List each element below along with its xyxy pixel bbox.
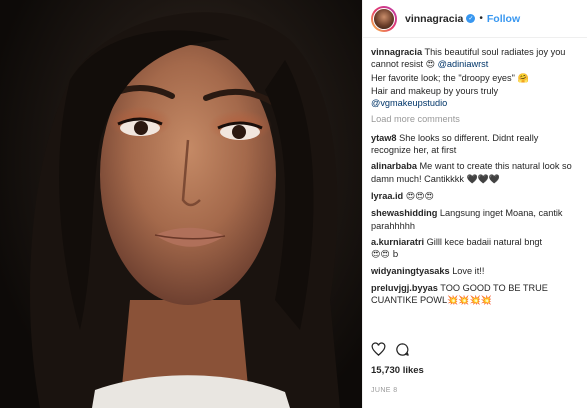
comment-username[interactable]: widyaningtyasaks (371, 266, 450, 276)
comment-item: shewashidding Langsung inget Moana, cant… (371, 207, 579, 232)
comment-item: widyaningtyasaks Love it!! (371, 265, 579, 277)
mention-link[interactable]: @adiniawrst (438, 59, 489, 69)
avatar[interactable] (371, 5, 397, 32)
caption-text-2: Her favorite look; the "droopy eyes" (371, 72, 518, 83)
comment-username[interactable]: shewashidding (371, 208, 437, 218)
action-bar (371, 342, 410, 360)
caption-text-3: Hair and makeup by yours truly (371, 85, 499, 96)
comment-username[interactable]: alinarbaba (371, 161, 417, 171)
comment-emoji: 😍😍 b (371, 250, 399, 261)
comment-username[interactable]: lyraa.id (371, 191, 403, 201)
post-header: vinnagracia ✓ • Follow (363, 0, 587, 38)
comment-item: alinarbaba Me want to create this natura… (371, 160, 579, 186)
comment-emoji: 🖤🖤🖤 (466, 174, 501, 185)
comment-username[interactable]: ytaw8 (371, 133, 397, 143)
comment-item: ytaw8 She looks so different. Didnt real… (371, 132, 579, 157)
comments-section: vinnagracia This beautiful soul radiates… (363, 38, 587, 307)
likes-count[interactable]: 15,730 likes (371, 365, 424, 376)
comment-username[interactable]: preluvjgj.byyas (371, 283, 438, 293)
comment-text: Love it!! (449, 266, 485, 277)
comment-username[interactable]: a.kurniaratri (371, 237, 424, 247)
comment-text: She looks so different. Didnt really rec… (371, 132, 539, 156)
comment-emoji: 💥💥💥💥 (447, 296, 492, 307)
separator-dot: • (479, 13, 483, 24)
comment-text: Gilll kece badaii natural bngt (424, 236, 543, 247)
heart-eyes-emoji: 😍 (425, 60, 436, 71)
comment-item: lyraa.id 😍😍😍 (371, 190, 579, 203)
header-username[interactable]: vinnagracia (405, 13, 463, 25)
post-date: JUNE 8 (371, 387, 398, 394)
like-heart-icon[interactable] (371, 342, 386, 360)
comment-item: preluvjgj.byyas TOO GOOD TO BE TRUE CUAN… (371, 282, 579, 308)
post-side-panel: vinnagracia ✓ • Follow vinnagracia This … (362, 0, 587, 408)
post-photo[interactable] (0, 0, 362, 408)
caption: vinnagracia This beautiful soul radiates… (371, 46, 579, 109)
caption-username[interactable]: vinnagracia (371, 47, 422, 57)
studio-link[interactable]: @vgmakeupstudio (371, 98, 447, 108)
comment-item: a.kurniaratri Gilll kece badaii natural … (371, 236, 579, 262)
verified-badge-icon: ✓ (466, 14, 476, 23)
hug-emoji: 🤗 (517, 73, 529, 84)
comment-emoji: 😍😍😍 (405, 191, 434, 202)
portrait-illustration (30, 12, 340, 408)
comment-bubble-icon[interactable] (395, 342, 410, 360)
load-more-comments-button[interactable]: Load more comments (371, 113, 579, 125)
follow-button[interactable]: Follow (487, 13, 520, 25)
